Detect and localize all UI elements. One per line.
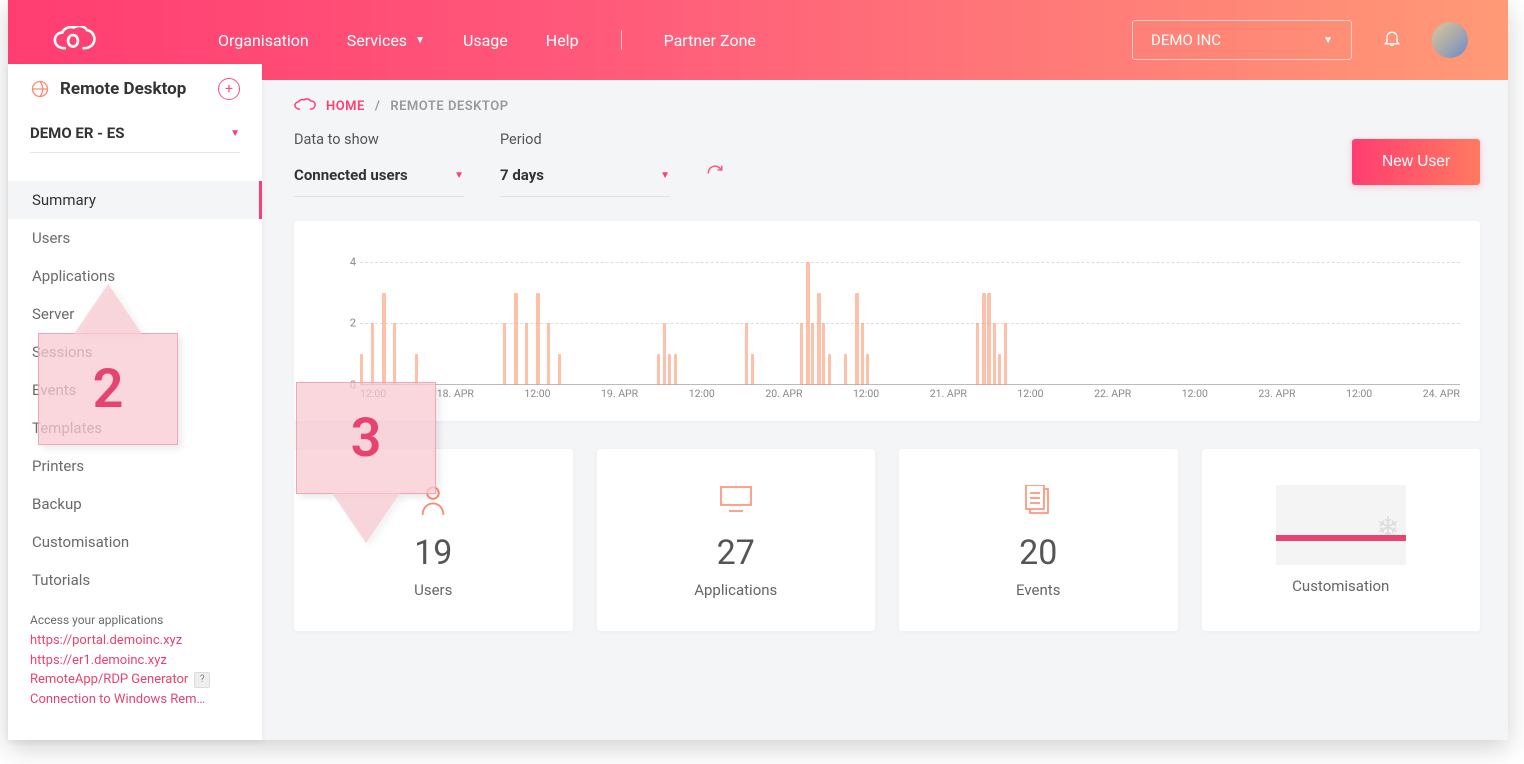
stat-label: Events [1016,581,1060,599]
chevron-down-icon: ▼ [1323,35,1333,46]
stat-label: Applications [694,581,777,599]
sidebar-item-backup[interactable]: Backup [8,485,262,523]
stat-value: 20 [1019,533,1057,573]
help-icon[interactable]: ? [194,672,210,688]
sidebar-link[interactable]: https://portal.demoinc.xyz [30,631,240,651]
select-value: 7 days [500,166,544,184]
nav-label: Help [546,31,579,50]
brand-logo[interactable] [48,26,98,54]
chevron-down-icon: ▼ [454,170,464,181]
sidebar-item-summary[interactable]: Summary [8,181,262,219]
breadcrumb-home[interactable]: HOME [326,99,365,114]
sidebar-item-events[interactable]: Events [8,371,262,409]
filter-period: Period 7 days ▼ [500,131,670,197]
stat-value: 19 [414,533,452,573]
filter-label: Data to show [294,131,464,148]
chevron-down-icon: ▼ [660,170,670,181]
nav-services[interactable]: Services ▼ [347,31,425,50]
stat-label: Customisation [1292,577,1389,595]
stat-card-customisation[interactable]: ❄ Customisation [1202,449,1481,631]
new-user-button[interactable]: New User [1352,139,1480,185]
sidebar-product-title: Remote Desktop [60,79,208,99]
sidebar-item-sessions[interactable]: Sessions [8,333,262,371]
sidebar-item-tutorials[interactable]: Tutorials [8,561,262,599]
chart-panel: 024 12:0018. APR12:0019. APR12:0020. APR… [294,221,1480,421]
chevron-down-icon: ▼ [415,35,425,46]
chevron-down-icon: ▼ [230,128,240,139]
breadcrumb-current: REMOTE DESKTOP [390,99,508,114]
sidebar-footer-label: Access your applications [30,613,240,627]
breadcrumb-sep: / [375,99,380,114]
chart-x-axis: 12:0018. APR12:0019. APR12:0020. APR12:0… [360,387,1460,407]
nav-help[interactable]: Help [546,31,579,50]
sidebar-link[interactable]: Connection to Windows Rem… [30,690,240,710]
stat-card-events[interactable]: 20 Events [899,449,1178,631]
monitor-icon [719,485,753,517]
user-avatar[interactable] [1432,22,1468,58]
sidebar-link[interactable]: https://er1.demoinc.xyz [30,651,240,671]
sidebar-footer: Access your applications https://portal.… [8,607,262,719]
chart-y-axis: 024 [334,231,358,385]
data-to-show-select[interactable]: Connected users ▼ [294,160,464,197]
nav-label: Organisation [218,31,309,50]
document-icon [1024,485,1052,517]
sidebar-link[interactable]: RemoteApp/RDP Generator? [30,670,240,690]
tree-icon: ❄ [1376,511,1399,544]
stat-label: Users [414,581,452,599]
sidebar-item-users[interactable]: Users [8,219,262,257]
stat-card-users[interactable]: 19 Users [294,449,573,631]
breadcrumb: HOME / REMOTE DESKTOP [294,98,1480,115]
main-content: HOME / REMOTE DESKTOP Data to show Conne… [262,80,1508,740]
sidebar-item-printers[interactable]: Printers [8,447,262,485]
customisation-thumbnail: ❄ [1276,485,1406,565]
environment-selector[interactable]: DEMO ER - ES ▼ [30,112,240,153]
nav-usage[interactable]: Usage [463,31,508,50]
environment-selected-value: DEMO ER - ES [30,124,124,142]
stat-value: 27 [717,533,755,573]
filter-label: Period [500,131,670,148]
sidebar-item-templates[interactable]: Templates [8,409,262,447]
nav-label: Partner Zone [664,31,756,50]
top-nav: Organisation Services ▼ Usage Help Partne… [218,30,756,50]
select-value: Connected users [294,166,408,184]
org-selected-value: DEMO INC [1151,31,1221,49]
nav-divider [621,30,622,50]
nav-organisation[interactable]: Organisation [218,31,309,50]
nav-partner-zone[interactable]: Partner Zone [664,31,756,50]
sidebar-item-customisation[interactable]: Customisation [8,523,262,561]
refresh-icon[interactable] [706,164,724,186]
remote-desktop-icon [30,79,50,99]
sidebar: Remote Desktop + DEMO ER - ES ▼ SummaryU… [8,64,262,740]
nav-label: Services [347,31,407,50]
filter-data-to-show: Data to show Connected users ▼ [294,131,464,197]
chart-series [360,231,1460,385]
notifications-icon[interactable] [1382,27,1402,53]
cloud-icon [294,98,316,115]
sidebar-item-server[interactable]: Server [8,295,262,333]
stat-card-applications[interactable]: 27 Applications [597,449,876,631]
organisation-selector[interactable]: DEMO INC ▼ [1132,20,1352,60]
user-icon [419,485,447,517]
add-button[interactable]: + [218,78,240,100]
sidebar-item-applications[interactable]: Applications [8,257,262,295]
sidebar-nav: SummaryUsersApplicationsServerSessionsEv… [8,171,262,607]
nav-label: Usage [463,31,508,50]
period-select[interactable]: 7 days ▼ [500,160,670,197]
